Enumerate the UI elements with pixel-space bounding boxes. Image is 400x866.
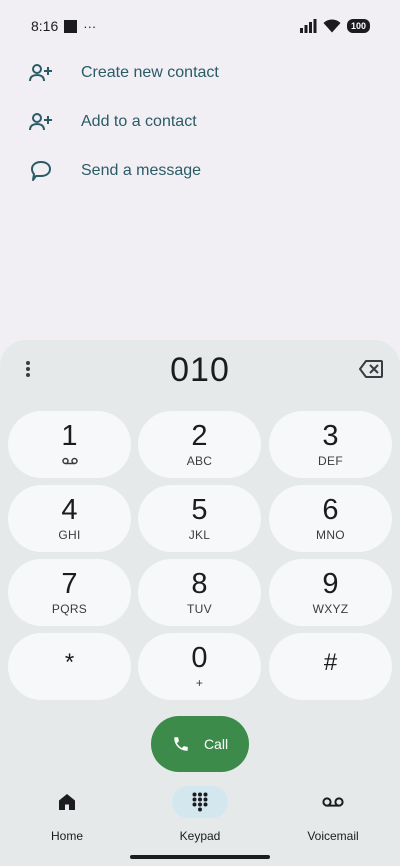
- more-notifications-icon: ···: [83, 18, 97, 34]
- key-1[interactable]: 1: [8, 411, 131, 478]
- dialpad-icon: [172, 786, 228, 818]
- key-letters: PQRS: [51, 602, 88, 616]
- add-person-icon: [28, 60, 54, 86]
- key-4[interactable]: 4 GHI: [8, 485, 131, 552]
- call-button[interactable]: Call: [151, 716, 249, 772]
- status-left: 8:16 ···: [31, 18, 96, 34]
- key-digit: 0: [191, 642, 208, 674]
- nav-home-label: Home: [50, 829, 83, 843]
- key-7[interactable]: 7 PQRS: [8, 559, 131, 626]
- home-indicator[interactable]: [130, 855, 270, 859]
- key-0[interactable]: 0 +: [138, 633, 261, 700]
- key-digit: 9: [322, 568, 339, 600]
- key-letters: DEF: [318, 454, 343, 468]
- key-2[interactable]: 2 ABC: [138, 411, 261, 478]
- bottom-navigation: Home Keypad Voicemail: [0, 786, 400, 856]
- key-digit: 8: [191, 568, 208, 600]
- dialed-digits[interactable]: 010: [170, 351, 230, 390]
- digits-row: 010: [0, 340, 400, 398]
- phone-icon: [174, 737, 188, 751]
- add-to-contact-item[interactable]: Add to a contact: [0, 97, 400, 146]
- backspace-icon[interactable]: [358, 357, 384, 381]
- key-digit: 2: [191, 420, 208, 452]
- nav-keypad-label: Keypad: [179, 829, 221, 843]
- key-digit: *: [64, 648, 75, 676]
- key-8[interactable]: 8 TUV: [138, 559, 261, 626]
- wifi-icon: [323, 19, 341, 33]
- key-5[interactable]: 5 JKL: [138, 485, 261, 552]
- key-digit: 6: [322, 494, 339, 526]
- status-right: 100: [299, 19, 370, 33]
- message-bubble-icon: [28, 158, 54, 184]
- call-label: Call: [203, 736, 229, 752]
- key-letters: WXYZ: [312, 602, 349, 616]
- nav-home[interactable]: Home: [39, 786, 95, 843]
- key-letters: MNO: [316, 528, 345, 542]
- key-digit: 5: [191, 494, 208, 526]
- nav-voicemail-label: Voicemail: [307, 829, 359, 843]
- add-person-icon: [28, 109, 54, 135]
- nav-voicemail[interactable]: Voicemail: [305, 786, 361, 843]
- add-to-contact-label: Add to a contact: [81, 112, 197, 130]
- key-digit: 3: [322, 420, 339, 452]
- key-hash[interactable]: #: [269, 633, 392, 700]
- status-bar: 8:16 ··· 100: [0, 0, 400, 52]
- status-time: 8:16: [31, 18, 59, 34]
- key-letters: ABC: [186, 454, 213, 468]
- create-new-contact-label: Create new contact: [81, 63, 219, 81]
- voicemail-icon: [61, 454, 78, 468]
- battery-icon: 100: [346, 19, 370, 33]
- key-digit: 7: [61, 568, 78, 600]
- key-digit: 1: [61, 420, 78, 452]
- create-new-contact-item[interactable]: Create new contact: [0, 48, 400, 97]
- nav-keypad[interactable]: Keypad: [172, 786, 228, 843]
- more-options-icon[interactable]: [18, 356, 38, 382]
- key-letters: TUV: [187, 602, 212, 616]
- key-letters: +: [195, 676, 204, 690]
- send-message-item[interactable]: Send a message: [0, 146, 400, 195]
- key-letters: GHI: [58, 528, 81, 542]
- home-icon: [39, 786, 95, 818]
- key-digit: 4: [61, 494, 78, 526]
- key-digit: #: [323, 648, 338, 676]
- send-message-label: Send a message: [81, 161, 202, 179]
- key-9[interactable]: 9 WXYZ: [269, 559, 392, 626]
- suggested-actions-list: Create new contact Add to a contact Send…: [0, 48, 400, 195]
- notification-icon: [64, 19, 78, 33]
- signal-icon: [299, 19, 317, 33]
- key-6[interactable]: 6 MNO: [269, 485, 392, 552]
- key-letters: JKL: [188, 528, 211, 542]
- key-star[interactable]: *: [8, 633, 131, 700]
- voicemail-icon: [305, 786, 361, 818]
- key-3[interactable]: 3 DEF: [269, 411, 392, 478]
